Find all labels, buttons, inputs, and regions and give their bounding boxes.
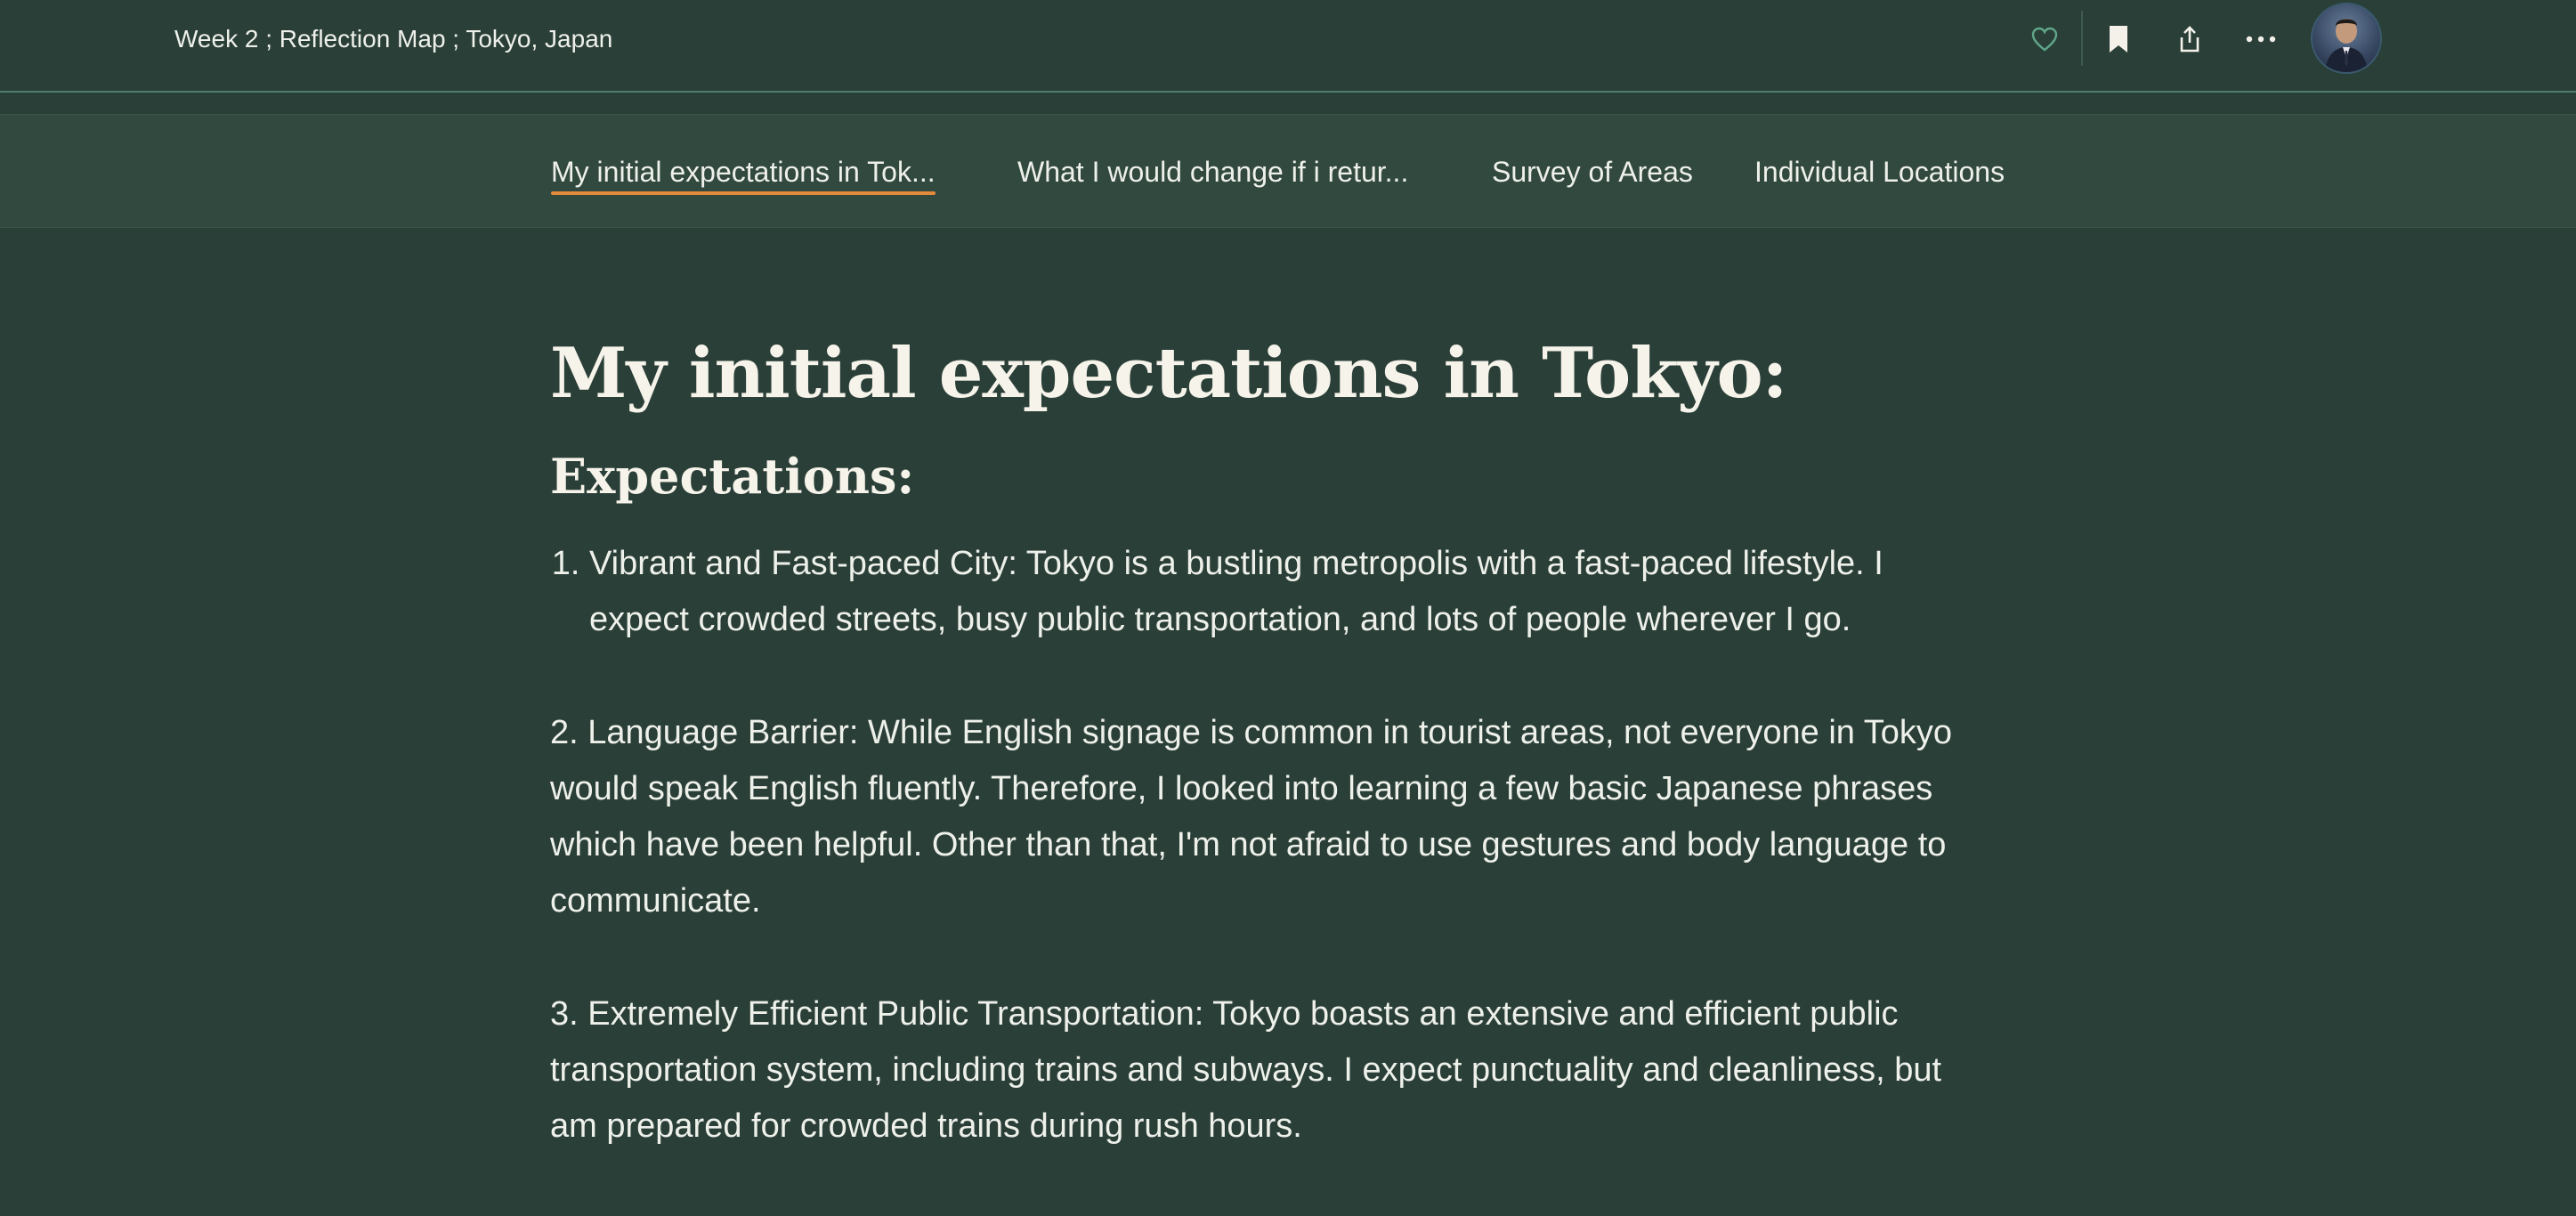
paragraph-public-transportation: 3. Extremely Efficient Public Transporta… xyxy=(550,995,1942,1145)
paragraph-language-barrier: 2. Language Barrier: While English signa… xyxy=(550,714,1953,920)
list-item: Vibrant and Fast-paced City: Tokyo is a … xyxy=(589,536,1992,648)
user-avatar[interactable] xyxy=(2311,3,2382,74)
expectations-list: Vibrant and Fast-paced City: Tokyo is a … xyxy=(550,536,1992,648)
section-heading: Expectations: xyxy=(550,448,915,505)
story-title: Week 2 ; Reflection Map ; Tokyo, Japan xyxy=(174,25,613,53)
bookmark-icon[interactable] xyxy=(2099,20,2138,59)
tab-what-i-would-change[interactable]: What I would change if i retur... xyxy=(1017,154,1408,190)
heart-icon[interactable] xyxy=(2025,20,2064,59)
page-title: My initial expectations in Tokyo: xyxy=(550,333,1787,414)
tab-individual-locations[interactable]: Individual Locations xyxy=(1754,154,2005,190)
top-bar: Week 2 ; Reflection Map ; Tokyo, Japan xyxy=(0,0,2576,93)
share-icon[interactable] xyxy=(2170,20,2209,59)
action-divider xyxy=(2081,11,2083,66)
section-nav: My initial expectations in Tok... What I… xyxy=(0,114,2576,228)
more-icon[interactable] xyxy=(2241,20,2280,59)
main-content: My initial expectations in Tokyo: Expect… xyxy=(550,329,1992,1155)
tab-initial-expectations[interactable]: My initial expectations in Tok... xyxy=(551,154,936,195)
tab-survey-of-areas[interactable]: Survey of Areas xyxy=(1492,154,1693,190)
